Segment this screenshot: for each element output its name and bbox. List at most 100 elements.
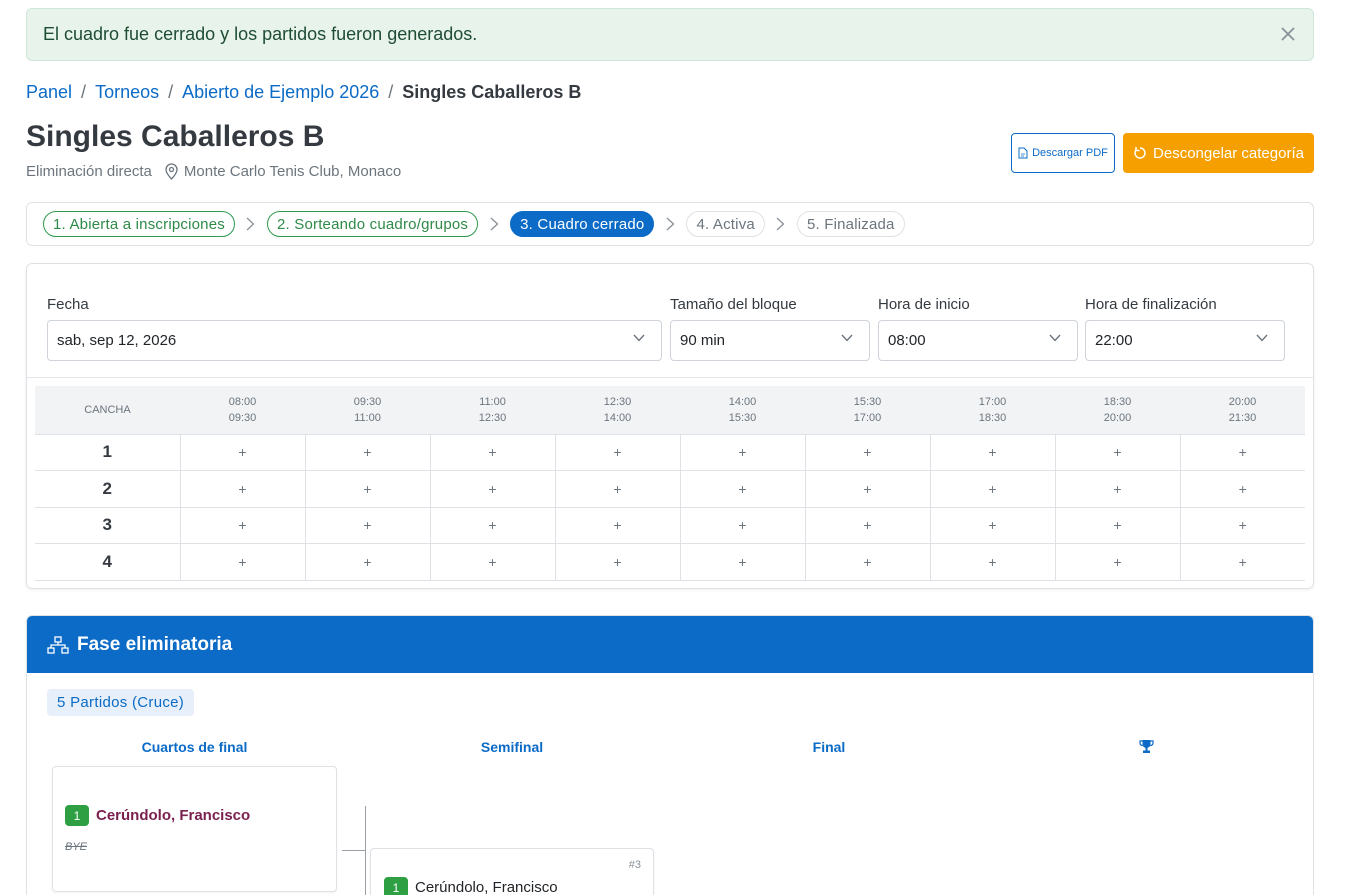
court-number: 4: [35, 543, 180, 581]
add-slot-button[interactable]: +: [1179, 433, 1305, 471]
add-slot-button[interactable]: +: [804, 506, 930, 544]
add-slot-button[interactable]: +: [929, 433, 1055, 471]
add-slot-button[interactable]: +: [929, 506, 1055, 544]
end-time-select[interactable]: 22:00: [1085, 320, 1285, 361]
download-pdf-button[interactable]: Descargar PDF: [1011, 133, 1115, 173]
round-quarterfinal: Cuartos de final: [141, 739, 248, 755]
breadcrumb-tournaments[interactable]: Torneos: [95, 82, 159, 103]
add-slot-button[interactable]: +: [304, 470, 430, 507]
start-time-select[interactable]: 08:00: [878, 320, 1078, 361]
court-row: 2 + + + + + + + + +: [35, 470, 1305, 507]
add-slot-button[interactable]: +: [554, 433, 680, 471]
add-slot-button[interactable]: +: [1179, 470, 1305, 507]
match-number: #3: [628, 859, 641, 871]
time-slot-header: 14:00 15:30: [680, 386, 805, 434]
time-slot-header: 15:30 17:00: [805, 386, 930, 434]
time-slot-header: 20:00 21:30: [1180, 386, 1305, 434]
chevron-down-icon: [841, 334, 853, 342]
status-stepper: 1. Abierta a inscripciones 2. Sorteando …: [26, 202, 1314, 246]
step-closed[interactable]: 3. Cuadro cerrado: [510, 211, 655, 237]
breadcrumb-separator: /: [388, 81, 394, 102]
add-slot-button[interactable]: +: [1179, 506, 1305, 544]
add-slot-button[interactable]: +: [429, 470, 555, 507]
step-open[interactable]: 1. Abierta a inscripciones: [43, 211, 235, 237]
breadcrumb: Panel / Torneos / Abierto de Ejemplo 202…: [26, 80, 581, 104]
add-slot-button[interactable]: +: [1054, 433, 1180, 471]
schedule-grid: CANCHA 08:00 09:30 09:30 11:00 11:00 12:30 12:…: [35, 386, 1305, 581]
player-name: Cerúndolo, Francisco: [96, 807, 251, 824]
match-card-sf1[interactable]: #3 1 Cerúndolo, Francisco: [370, 848, 654, 895]
add-slot-button[interactable]: +: [929, 543, 1055, 581]
add-slot-button[interactable]: +: [804, 433, 930, 471]
player-row: 1 Cerúndolo, Francisco: [65, 805, 250, 826]
end-time-value: 22:00: [1095, 332, 1133, 349]
end-time-label: Hora de finalización: [1085, 296, 1217, 313]
step-drawing[interactable]: 2. Sorteando cuadro/grupos: [266, 211, 479, 237]
seed-badge: 1: [65, 805, 89, 826]
add-slot-button[interactable]: +: [179, 506, 305, 544]
add-slot-button[interactable]: +: [304, 543, 430, 581]
add-slot-button[interactable]: +: [429, 543, 555, 581]
add-slot-button[interactable]: +: [679, 506, 805, 544]
chevron-right-icon: [478, 217, 510, 231]
category-meta: Eliminación directa Monte Carlo Tenis Cl…: [26, 163, 401, 180]
add-slot-button[interactable]: +: [179, 543, 305, 581]
knockout-header: Fase eliminatoria: [27, 616, 1313, 673]
add-slot-button[interactable]: +: [429, 506, 555, 544]
slot-end-time: 15:30: [728, 411, 757, 424]
add-slot-button[interactable]: +: [429, 433, 555, 471]
add-slot-button[interactable]: +: [554, 470, 680, 507]
add-slot-button[interactable]: +: [804, 470, 930, 507]
step-finished[interactable]: 5. Finalizada: [796, 211, 905, 237]
add-slot-button[interactable]: +: [929, 470, 1055, 507]
block-size-select[interactable]: 90 min: [670, 320, 870, 361]
add-slot-button[interactable]: +: [179, 433, 305, 471]
step-active[interactable]: 4. Activa: [686, 211, 765, 237]
category-format: Eliminación directa: [26, 163, 152, 180]
chevron-down-icon: [1256, 334, 1268, 342]
unfreeze-category-button[interactable]: Descongelar categoría: [1123, 133, 1314, 173]
block-size-value: 90 min: [680, 332, 726, 349]
add-slot-button[interactable]: +: [1054, 470, 1180, 507]
add-slot-button[interactable]: +: [1054, 543, 1180, 581]
add-slot-button[interactable]: +: [304, 433, 430, 471]
add-slot-button[interactable]: +: [679, 470, 805, 507]
round-final: Final: [812, 739, 846, 755]
add-slot-button[interactable]: +: [554, 506, 680, 544]
slot-end-time: 14:00: [603, 411, 632, 424]
court-row: 3 + + + + + + + + +: [35, 506, 1305, 544]
alert-message: El cuadro fue cerrado y los partidos fue…: [43, 24, 478, 44]
bracket-icon: [47, 635, 69, 654]
add-slot-button[interactable]: +: [804, 543, 930, 581]
slot-end-time: 12:30: [478, 411, 507, 424]
add-slot-button[interactable]: +: [1179, 543, 1305, 581]
breadcrumb-panel[interactable]: Panel: [26, 82, 72, 103]
grid-header-row: CANCHA 08:00 09:30 09:30 11:00 11:00 12:30 12:…: [35, 386, 1305, 434]
add-slot-button[interactable]: +: [304, 506, 430, 544]
add-slot-button[interactable]: +: [679, 433, 805, 471]
match-card-qf1[interactable]: 1 Cerúndolo, Francisco BYE: [52, 766, 337, 892]
start-time-label: Hora de inicio: [878, 296, 970, 313]
slot-end-time: 20:00: [1103, 411, 1132, 424]
add-slot-button[interactable]: +: [554, 543, 680, 581]
success-alert: El cuadro fue cerrado y los partidos fue…: [26, 8, 1314, 61]
seed-badge: 1: [384, 877, 408, 895]
breadcrumb-separator: /: [81, 81, 87, 102]
add-slot-button[interactable]: +: [679, 543, 805, 581]
close-icon[interactable]: [1275, 21, 1301, 47]
slot-end-time: 21:30: [1228, 411, 1257, 424]
breadcrumb-tournament[interactable]: Abierto de Ejemplo 2026: [182, 82, 379, 103]
date-value: sab, sep 12, 2026: [57, 332, 177, 349]
court-row: 4 + + + + + + + + +: [35, 543, 1305, 581]
matches-badge: 5 Partidos (Cruce): [47, 689, 195, 716]
bracket-connector: [365, 806, 366, 895]
slot-start-time: 14:00: [728, 395, 757, 408]
divider: [27, 377, 1313, 378]
slot-start-time: 20:00: [1228, 395, 1257, 408]
unfreeze-label: Descongelar categoría: [1153, 144, 1304, 162]
add-slot-button[interactable]: +: [1054, 506, 1180, 544]
map-pin-icon: [165, 163, 178, 180]
add-slot-button[interactable]: +: [179, 470, 305, 507]
date-select[interactable]: sab, sep 12, 2026: [47, 320, 662, 361]
grid-body: 1 + + + + + + + + +2 + + + + + + + + +3 + + + + + + + + +4 + + + + + + + + +: [35, 433, 1305, 581]
